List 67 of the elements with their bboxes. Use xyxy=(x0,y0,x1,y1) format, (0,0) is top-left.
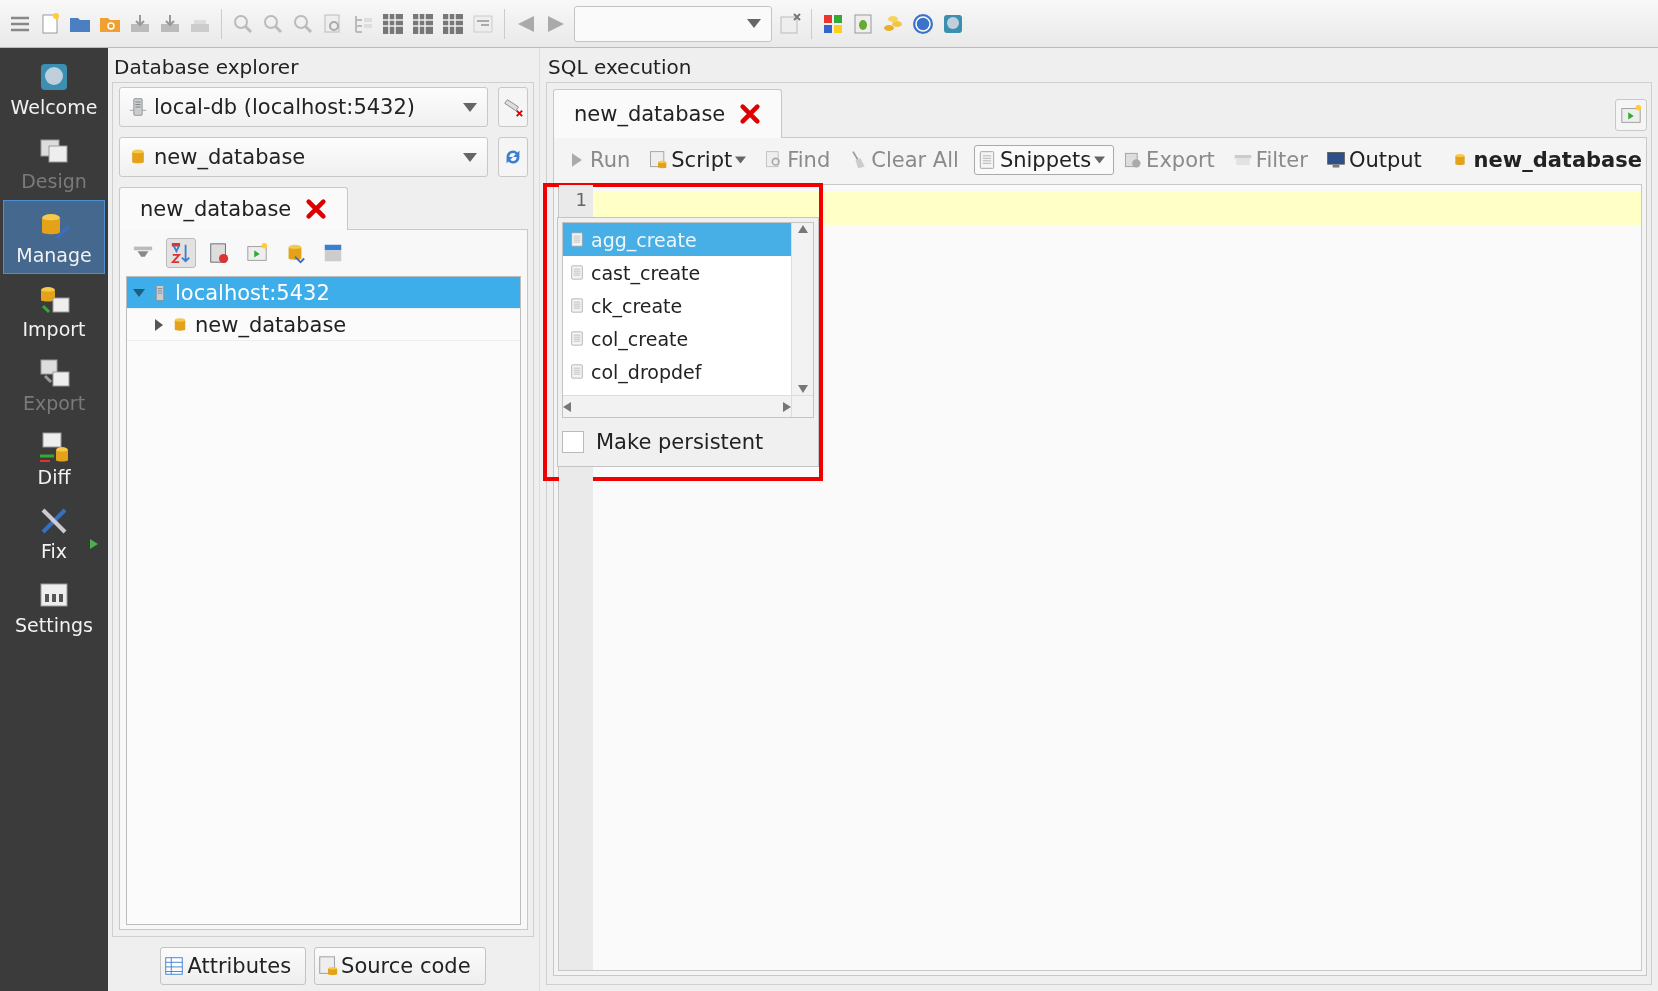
dropdown[interactable] xyxy=(574,5,772,42)
printer-icon xyxy=(322,242,344,264)
chart-icon xyxy=(208,242,230,264)
icon-button[interactable] xyxy=(498,137,528,177)
icon-button[interactable] xyxy=(1615,99,1647,131)
dropdown[interactable]: new_database xyxy=(119,137,488,177)
bug-icon[interactable] xyxy=(851,11,875,36)
sidebar-item[interactable]: Fix xyxy=(3,496,105,570)
document-icon xyxy=(569,362,585,381)
diff-icon xyxy=(37,430,71,464)
document-icon xyxy=(569,230,585,249)
checkbox-label[interactable]: Make persistent xyxy=(596,430,764,455)
toolbar-button[interactable]: Script xyxy=(645,145,756,175)
button[interactable]: Source code xyxy=(314,947,486,985)
export-icon xyxy=(37,356,71,390)
server-icon xyxy=(128,95,148,119)
scroll-up-icon[interactable] xyxy=(797,223,808,233)
scrollbar[interactable] xyxy=(791,223,813,396)
table-icon xyxy=(163,955,186,977)
disconnect-icon xyxy=(502,96,524,118)
list-item[interactable]: col_create xyxy=(563,322,791,355)
document-icon xyxy=(569,296,585,315)
toolbar-button[interactable]: Output xyxy=(1322,145,1431,175)
toolbar-button[interactable]: Snippets xyxy=(973,145,1115,175)
play-icon xyxy=(1620,104,1642,126)
dropdown[interactable]: local-db (localhost:5432) xyxy=(119,87,488,127)
tab[interactable]: new_database xyxy=(119,187,349,230)
collapse-arrow-icon[interactable] xyxy=(133,286,145,299)
line-number: 1 xyxy=(574,190,587,210)
grid-icon[interactable] xyxy=(381,11,405,36)
tree-item[interactable]: new_database xyxy=(127,309,520,341)
grid-icon[interactable] xyxy=(411,11,435,36)
sidebar-item[interactable]: Welcome xyxy=(3,52,105,126)
scroll-left-icon[interactable] xyxy=(563,401,573,412)
toolbar-button[interactable] xyxy=(166,238,196,268)
document-icon xyxy=(569,329,585,348)
tab[interactable]: new_database xyxy=(553,89,783,138)
close-icon[interactable] xyxy=(739,103,762,125)
scrollbar[interactable] xyxy=(563,395,791,418)
database-label: new_database xyxy=(1473,148,1642,172)
list-item[interactable]: cast_create xyxy=(563,256,791,289)
list-item[interactable]: ck_create xyxy=(563,289,791,322)
close-icon[interactable] xyxy=(305,198,328,220)
document-icon xyxy=(569,263,585,282)
icon-button[interactable] xyxy=(498,87,528,127)
expand-arrow-icon[interactable] xyxy=(153,318,165,331)
sidebar-item[interactable]: Settings xyxy=(3,570,105,644)
sidebar-item[interactable]: Manage xyxy=(3,200,105,274)
button[interactable]: Attributes xyxy=(160,947,307,985)
monitor-icon xyxy=(1325,150,1346,170)
sort-icon xyxy=(170,242,192,264)
sidebar-item[interactable]: Import xyxy=(3,274,105,348)
sidebar-item[interactable]: Diff xyxy=(3,422,105,496)
caret-icon xyxy=(463,152,477,162)
sql-document-icon xyxy=(317,955,340,977)
close-document-icon[interactable] xyxy=(778,11,802,36)
sql-document-icon xyxy=(648,150,669,170)
help-icon[interactable] xyxy=(911,11,935,36)
scrollbar-corner xyxy=(791,395,813,418)
caret-icon xyxy=(463,102,477,112)
list-item[interactable]: col_dropdef xyxy=(563,355,791,388)
checkbox[interactable] xyxy=(562,431,584,454)
grid-icon[interactable] xyxy=(441,11,465,36)
play-icon xyxy=(246,242,268,264)
caret-icon xyxy=(747,19,761,28)
panel-title: Database explorer xyxy=(113,54,300,81)
panel-title: SQL execution xyxy=(547,54,693,81)
